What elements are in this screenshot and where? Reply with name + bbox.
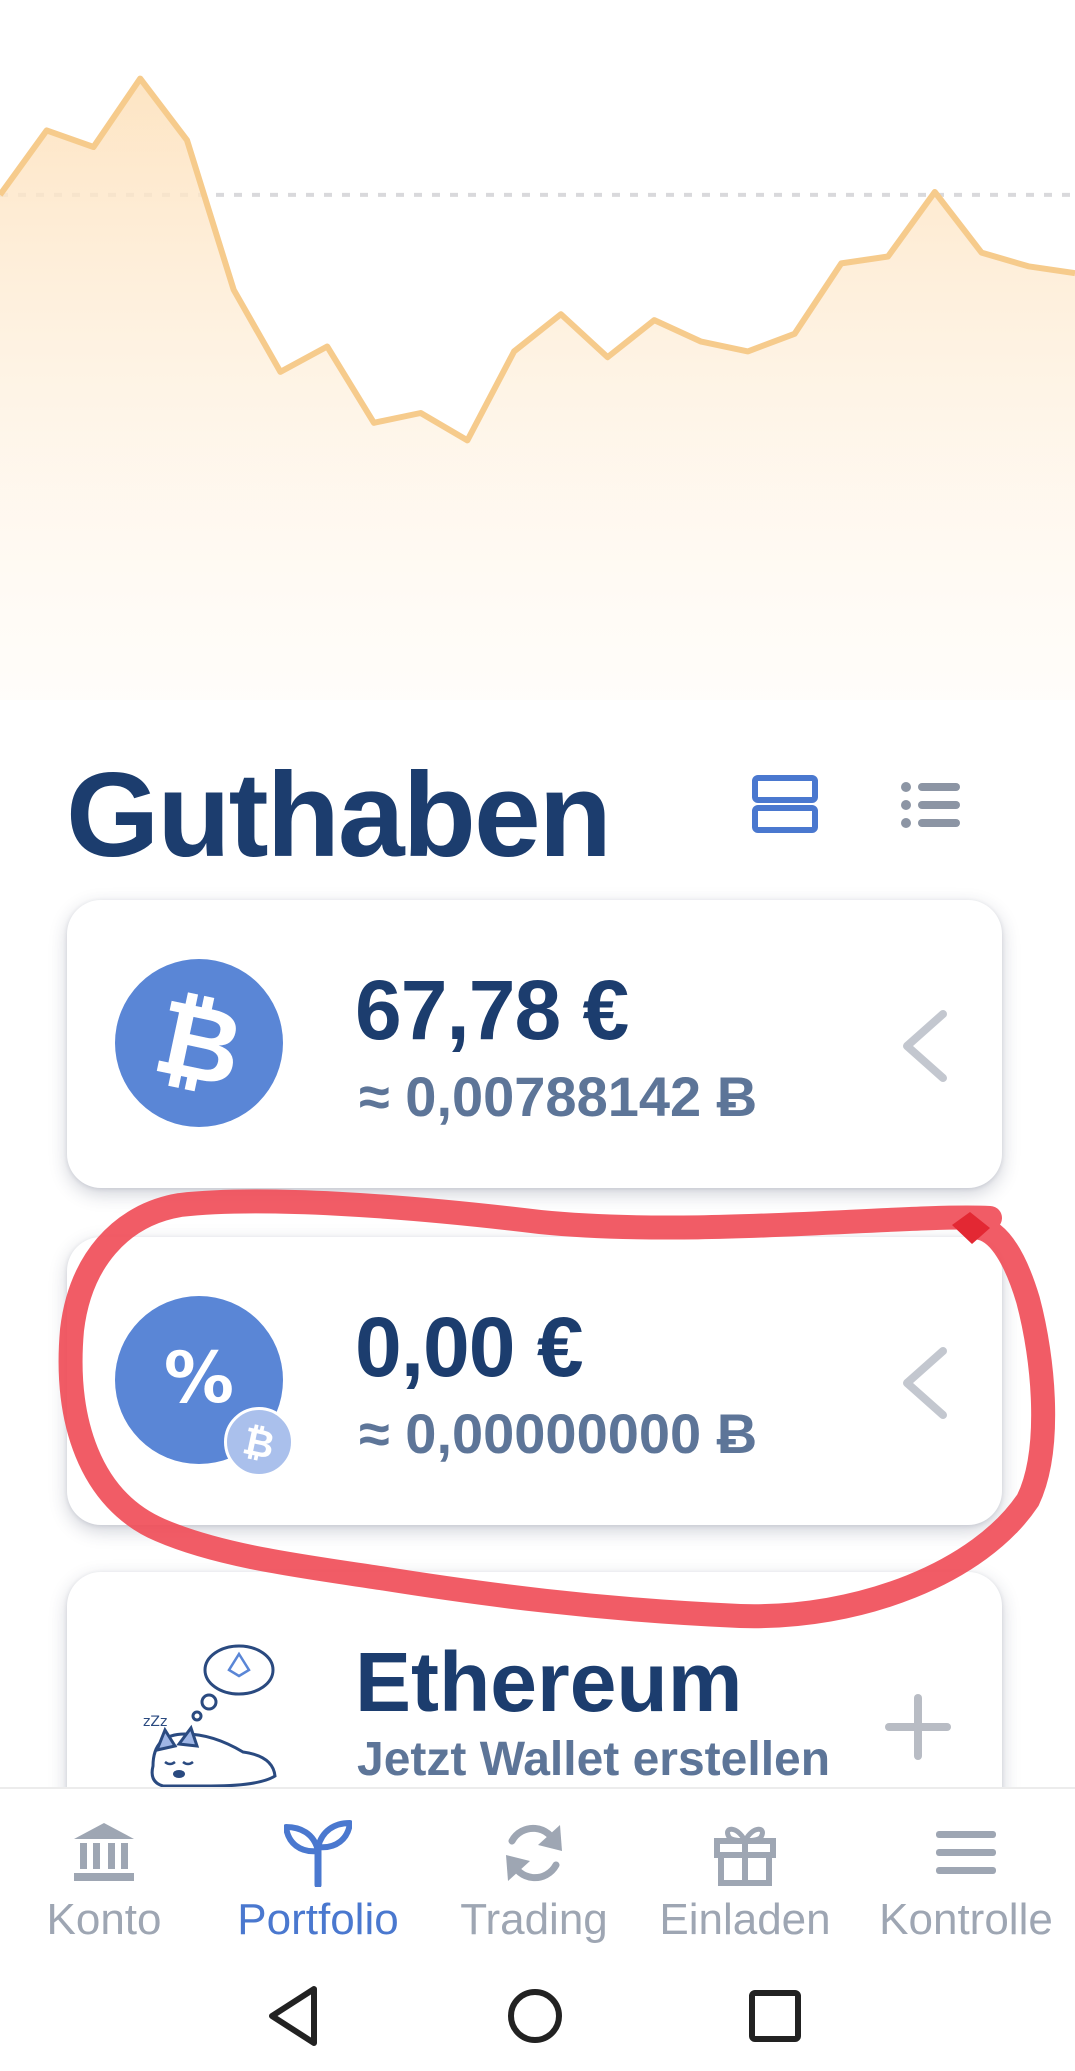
balance-btc: ≈ 0,00000000 Ƀ bbox=[359, 1402, 758, 1465]
home-icon[interactable] bbox=[500, 1981, 570, 2051]
menu-icon bbox=[932, 1819, 1000, 1887]
balance-btc: ≈ 0,00788142 Ƀ bbox=[359, 1065, 758, 1128]
wallet-subtitle: Jetzt Wallet erstellen bbox=[357, 1733, 831, 1786]
nav-item-portfolio[interactable]: Portfolio bbox=[218, 1789, 418, 1969]
balance-eur: 0,00 € bbox=[355, 1300, 584, 1394]
bottom-navigation: Konto Portfolio Trading Einladen Kontrol… bbox=[0, 1787, 1075, 1969]
chevron-left-icon[interactable] bbox=[895, 1345, 955, 1421]
recents-icon[interactable] bbox=[740, 1981, 810, 2051]
gift-icon bbox=[711, 1819, 779, 1887]
interest-balance-card[interactable]: % ₿ 0,00 € ≈ 0,00000000 Ƀ bbox=[67, 1237, 1002, 1525]
wallet-title: Ethereum bbox=[355, 1635, 743, 1729]
nav-label: Trading bbox=[460, 1895, 608, 1944]
page-title: Guthaben bbox=[66, 748, 612, 882]
bank-icon bbox=[70, 1819, 138, 1887]
nav-label: Konto bbox=[46, 1895, 162, 1944]
sprout-icon bbox=[283, 1819, 353, 1889]
svg-text:%: % bbox=[164, 1337, 234, 1419]
nav-item-einladen[interactable]: Einladen bbox=[645, 1789, 845, 1969]
bitcoin-icon: ₿ bbox=[115, 959, 283, 1127]
nav-item-kontrolle[interactable]: Kontrolle bbox=[866, 1789, 1066, 1969]
balance-eur: 67,78 € bbox=[355, 963, 629, 1057]
bitcoin-badge-icon: ₿ bbox=[224, 1407, 294, 1477]
list-view-icon[interactable] bbox=[900, 780, 962, 830]
chevron-left-icon[interactable] bbox=[895, 1008, 955, 1084]
back-icon[interactable] bbox=[258, 1981, 328, 2051]
svg-text:₿: ₿ bbox=[145, 975, 253, 1112]
system-navigation-bar bbox=[0, 1967, 1075, 2071]
price-chart[interactable] bbox=[0, 0, 1075, 700]
refresh-icon bbox=[500, 1819, 568, 1887]
nav-label: Portfolio bbox=[237, 1895, 399, 1944]
svg-text:₿: ₿ bbox=[239, 1418, 278, 1467]
nav-item-konto[interactable]: Konto bbox=[4, 1789, 204, 1969]
nav-item-trading[interactable]: Trading bbox=[434, 1789, 634, 1969]
nav-label: Kontrolle bbox=[879, 1895, 1053, 1944]
bitcoin-balance-card[interactable]: ₿ 67,78 € ≈ 0,00788142 Ƀ bbox=[67, 900, 1002, 1188]
chart-area-fill bbox=[0, 78, 1075, 700]
cards-view-icon[interactable] bbox=[752, 775, 818, 833]
sleeping-dog-illustration: zZz bbox=[139, 1642, 289, 1792]
nav-label: Einladen bbox=[659, 1895, 831, 1944]
plus-icon[interactable] bbox=[883, 1692, 953, 1762]
svg-text:zZz: zZz bbox=[143, 1714, 167, 1730]
price-chart-svg bbox=[0, 75, 1075, 700]
